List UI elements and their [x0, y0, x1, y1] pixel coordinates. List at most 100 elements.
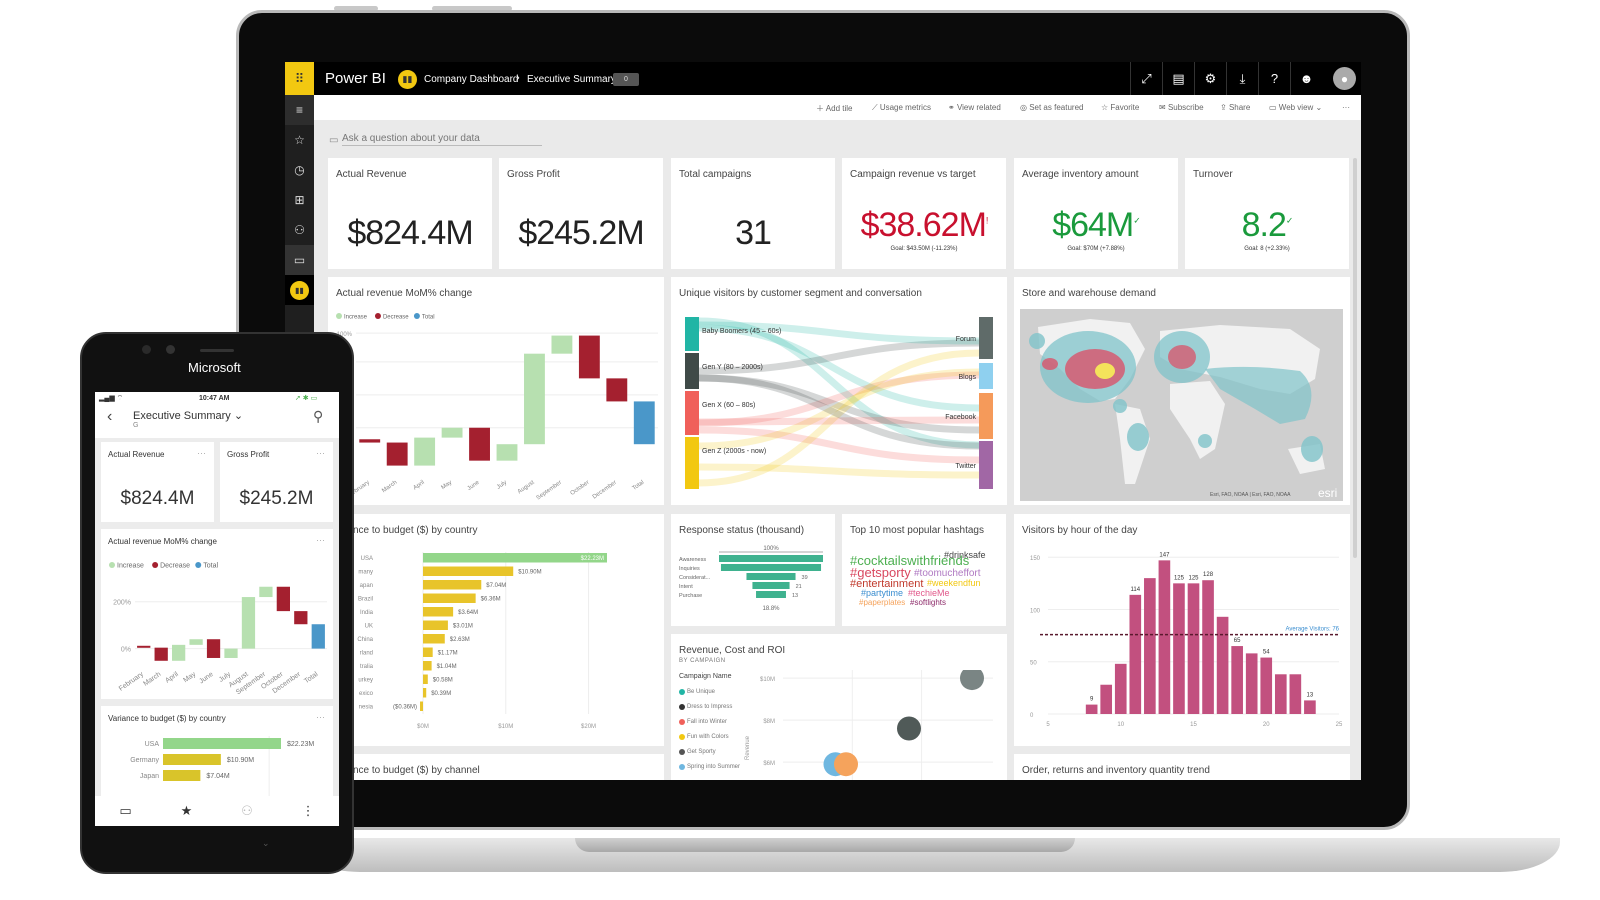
hashtag: #partytime	[861, 588, 903, 598]
chat-icon[interactable]: ▭	[119, 803, 131, 819]
workspace-powerbi-icon[interactable]: ▮▮	[285, 275, 314, 305]
back-icon[interactable]: ‹	[107, 408, 112, 426]
usage-metrics-button[interactable]: ⟋ Usage metrics	[872, 103, 931, 113]
breadcrumb-workspace[interactable]: Company Dashboard	[424, 74, 519, 85]
more-options-icon[interactable]: ···	[316, 535, 325, 545]
add-tile-button[interactable]: ＋ Add tile	[816, 103, 852, 114]
visitor-bar	[1100, 684, 1113, 714]
app-launcher-icon[interactable]: ⠿	[285, 62, 314, 95]
tile-variance-by-country[interactable]: nce to budget ($) by country $0M $10M $20M…	[353, 514, 664, 746]
tile-sankey[interactable]: Unique visitors by customer segment and …	[671, 277, 1007, 505]
tile-waterfall[interactable]: Actual revenue MoM% change Increase Decre…	[328, 277, 664, 505]
scatter-bubble	[834, 752, 858, 777]
share-button[interactable]: ⇪ Share	[1220, 103, 1250, 112]
search-icon[interactable]: ⚲	[313, 408, 323, 425]
sankey-target-label: Facebook	[945, 414, 976, 421]
tile-variance-by-channel[interactable]: nce to budget ($) by channel	[353, 754, 664, 780]
qna-input[interactable]	[342, 132, 542, 146]
map-attribution: Esri, FAO, NOAA | Esri, FAO, NOAA	[1210, 492, 1291, 498]
more-options-icon[interactable]: ···	[316, 712, 325, 722]
tile-title: Variance to budget ($) by country	[108, 714, 226, 723]
waterfall-bar	[633, 401, 655, 445]
kpi-tile-gross-profit[interactable]: Gross Profit $245.2M	[499, 158, 663, 269]
more-options-icon[interactable]: ···	[1342, 103, 1350, 112]
y-tick-label: 0	[1030, 713, 1034, 719]
workspace-icon: ▮▮	[398, 70, 417, 89]
sankey-target-node	[979, 441, 993, 489]
web-view-dropdown[interactable]: ▭ Web view ⌄	[1269, 103, 1322, 112]
smiley-icon[interactable]: ☻	[1290, 62, 1322, 95]
waterfall-bar	[578, 335, 600, 379]
kpi-tile-average-inventory[interactable]: Average inventory amount $64M✓ Goal: $70…	[1014, 158, 1178, 269]
y-tick-label: USA	[361, 556, 373, 562]
phone-tile-variance[interactable]: Variance to budget ($) by country ··· US…	[101, 706, 333, 806]
legend-label: Total	[422, 315, 435, 321]
tile-visitors-by-hour[interactable]: Visitors by hour of the day 0 50 100 150 5 10…	[1014, 514, 1350, 746]
data-label: ($0.36M)	[393, 705, 417, 711]
view-related-button[interactable]: ⚭ View related	[948, 103, 1001, 112]
legend-item[interactable]: Fun with Colors	[679, 729, 740, 744]
waterfall-bar	[606, 378, 628, 402]
download-icon[interactable]: ⤓	[1226, 62, 1258, 95]
waterfall-bar	[414, 437, 436, 466]
x-tick-label: April	[412, 480, 425, 492]
kpi-value: 31	[735, 214, 772, 252]
kpi-tile-turnover[interactable]: Turnover 8.2✓ Goal: 8 (+2.33%)	[1185, 158, 1349, 269]
tile-revenue-cost-roi[interactable]: Revenue, Cost and ROI BY CAMPAIGN Campai…	[671, 634, 1007, 780]
legend-item[interactable]: Fall into Winter	[679, 714, 740, 729]
kpi-tile-actual-revenue[interactable]: Actual Revenue $824.4M	[328, 158, 492, 269]
sankey-target-node	[979, 393, 993, 439]
tile-hashtags[interactable]: Top 10 most popular hashtags #drinksafe …	[842, 514, 1006, 626]
data-label: $1.17M	[438, 651, 458, 657]
person-icon[interactable]: ⚇	[241, 803, 253, 819]
x-tick-label: August	[517, 480, 536, 496]
breadcrumb-report[interactable]: Executive Summary	[527, 74, 616, 85]
kpi-tile-campaign-revenue[interactable]: Campaign revenue vs target $38.62M! Goal…	[842, 158, 1006, 269]
legend-item[interactable]: Get Sporty	[679, 744, 740, 759]
user-avatar-icon[interactable]: ●	[1333, 67, 1356, 90]
subscribe-label: Subscribe	[1167, 103, 1204, 112]
sankey-source-label: Gen Z (2000s - now)	[702, 448, 766, 455]
legend-item[interactable]: Be Unique	[679, 684, 740, 699]
tile-order-trend[interactable]: Order, returns and inventory quantity tr…	[1014, 754, 1350, 780]
phone-kpi-gross-profit[interactable]: Gross Profit ··· $245.2M	[220, 442, 333, 522]
shared-people-icon[interactable]: ⚇	[285, 215, 314, 245]
more-options-icon[interactable]: ···	[316, 448, 325, 458]
data-label: 125	[1174, 575, 1185, 581]
favorite-button[interactable]: ☆ Favorite	[1101, 103, 1139, 112]
legend-marker	[679, 688, 685, 695]
more-icon[interactable]: ⋮	[302, 803, 315, 819]
sankey-source-label: Baby Boomers (45 – 60s)	[702, 328, 781, 335]
funnel-stage-label: Inquiries	[679, 566, 700, 572]
hamburger-icon[interactable]: ≡	[285, 95, 314, 125]
legend-label: Total	[203, 563, 218, 570]
word-cloud: #drinksafe #cocktailswithfriends #getspo…	[850, 550, 986, 607]
legend-item[interactable]: Dress to Impress	[679, 699, 740, 714]
expand-icon[interactable]: ⤢	[1130, 62, 1162, 95]
subscribe-button[interactable]: ✉ Subscribe	[1159, 103, 1204, 112]
legend-item[interactable]: Spring into Summer	[679, 759, 740, 774]
heatmap-world-map[interactable]: Esri, FAO, NOAA | Esri, FAO, NOAA esri	[1020, 309, 1343, 501]
vertical-scrollbar[interactable]	[1353, 158, 1357, 558]
star-icon[interactable]: ★	[181, 803, 193, 819]
data-label: $2.63M	[450, 637, 470, 643]
help-icon[interactable]: ?	[1258, 62, 1290, 95]
apps-icon[interactable]: ⊞	[285, 185, 314, 215]
kpi-tile-total-campaigns[interactable]: Total campaigns 31	[671, 158, 835, 269]
waterfall-bar	[189, 639, 203, 645]
phone-report-title[interactable]: Executive Summary ⌄	[133, 409, 243, 422]
data-label: $0.58M	[433, 678, 453, 684]
tile-map[interactable]: Store and warehouse demand Esri, FAO, NO…	[1014, 277, 1350, 505]
set-featured-button[interactable]: ◎ Set as featured	[1020, 103, 1083, 112]
comment-icon[interactable]: ▤	[1162, 62, 1194, 95]
tile-funnel[interactable]: Response status (thousand) 100% Awareness…	[671, 514, 835, 626]
more-options-icon[interactable]: ···	[197, 448, 206, 458]
phone-kpi-actual-revenue[interactable]: Actual Revenue ··· $824.4M	[101, 442, 214, 522]
workspaces-icon[interactable]: ▭	[285, 245, 314, 275]
legend-marker	[336, 313, 342, 319]
favorites-star-icon[interactable]: ☆	[285, 125, 314, 155]
recent-clock-icon[interactable]: ◷	[285, 155, 314, 185]
gear-icon[interactable]: ⚙	[1194, 62, 1226, 95]
funnel-stage-label: Intent	[679, 584, 693, 590]
phone-tile-waterfall[interactable]: Actual revenue MoM% change ··· Increase D…	[101, 529, 333, 699]
